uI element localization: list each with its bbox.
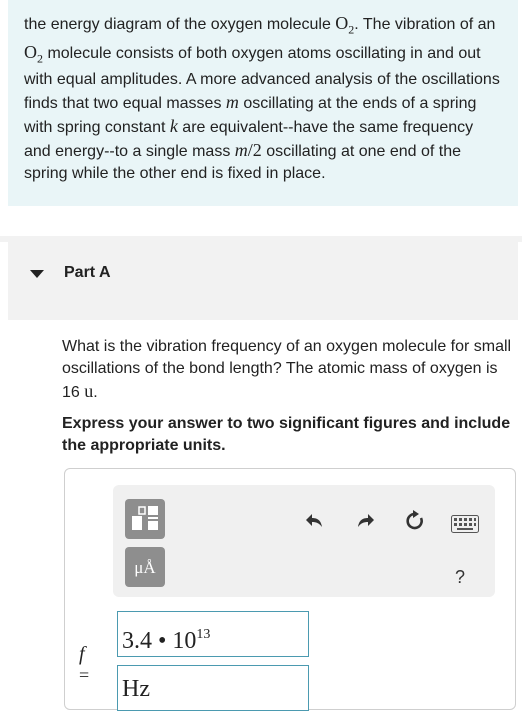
half-mass-symbol: m/2 <box>234 140 262 161</box>
o2-symbol: O2 <box>24 41 43 66</box>
keyboard-icon[interactable] <box>451 515 479 533</box>
part-title: Part A <box>64 264 111 281</box>
answer-instruction: Express your answer to two significant f… <box>62 415 511 454</box>
question-text-1: What is the vibration frequency of an ox… <box>62 338 512 401</box>
part-a-header[interactable]: Part A <box>8 242 518 320</box>
templates-button[interactable] <box>125 499 165 539</box>
value-exponent: 13 <box>196 627 211 642</box>
o2-symbol: O2 <box>335 13 355 37</box>
mass-symbol: m <box>225 92 239 113</box>
intro-text-1: the energy diagram of the oxygen molecul… <box>24 16 336 33</box>
math-toolbar: μÅ ? <box>113 485 495 597</box>
reset-icon[interactable] <box>403 509 427 533</box>
units-button[interactable]: μÅ <box>125 547 165 587</box>
answer-panel: μÅ ? f = 3.4 • 1013 Hz <box>64 468 516 711</box>
value-mantissa: 3.4 • 10 <box>122 628 197 654</box>
templates-icon <box>132 506 158 530</box>
question-text: What is the vibration frequency of an ox… <box>62 336 514 404</box>
atomic-mass-unit: u <box>84 381 94 401</box>
unit-input[interactable]: Hz <box>117 665 309 711</box>
intro-text: the energy diagram of the oxygen molecul… <box>24 12 504 185</box>
intro-text-2: . The vibration of an <box>354 16 496 33</box>
question-text-2: . <box>93 384 98 401</box>
help-button[interactable]: ? <box>455 567 465 588</box>
answer-variable: f <box>79 643 85 665</box>
unit-value: Hz <box>122 676 150 702</box>
redo-icon[interactable] <box>353 509 377 533</box>
undo-icon[interactable] <box>303 509 327 533</box>
problem-intro: the energy diagram of the oxygen molecul… <box>8 0 518 206</box>
equals-sign: = <box>79 665 90 685</box>
spring-constant-symbol: k <box>169 116 178 137</box>
value-input[interactable]: 3.4 • 1013 <box>117 611 309 657</box>
collapse-caret-icon[interactable] <box>30 270 44 278</box>
